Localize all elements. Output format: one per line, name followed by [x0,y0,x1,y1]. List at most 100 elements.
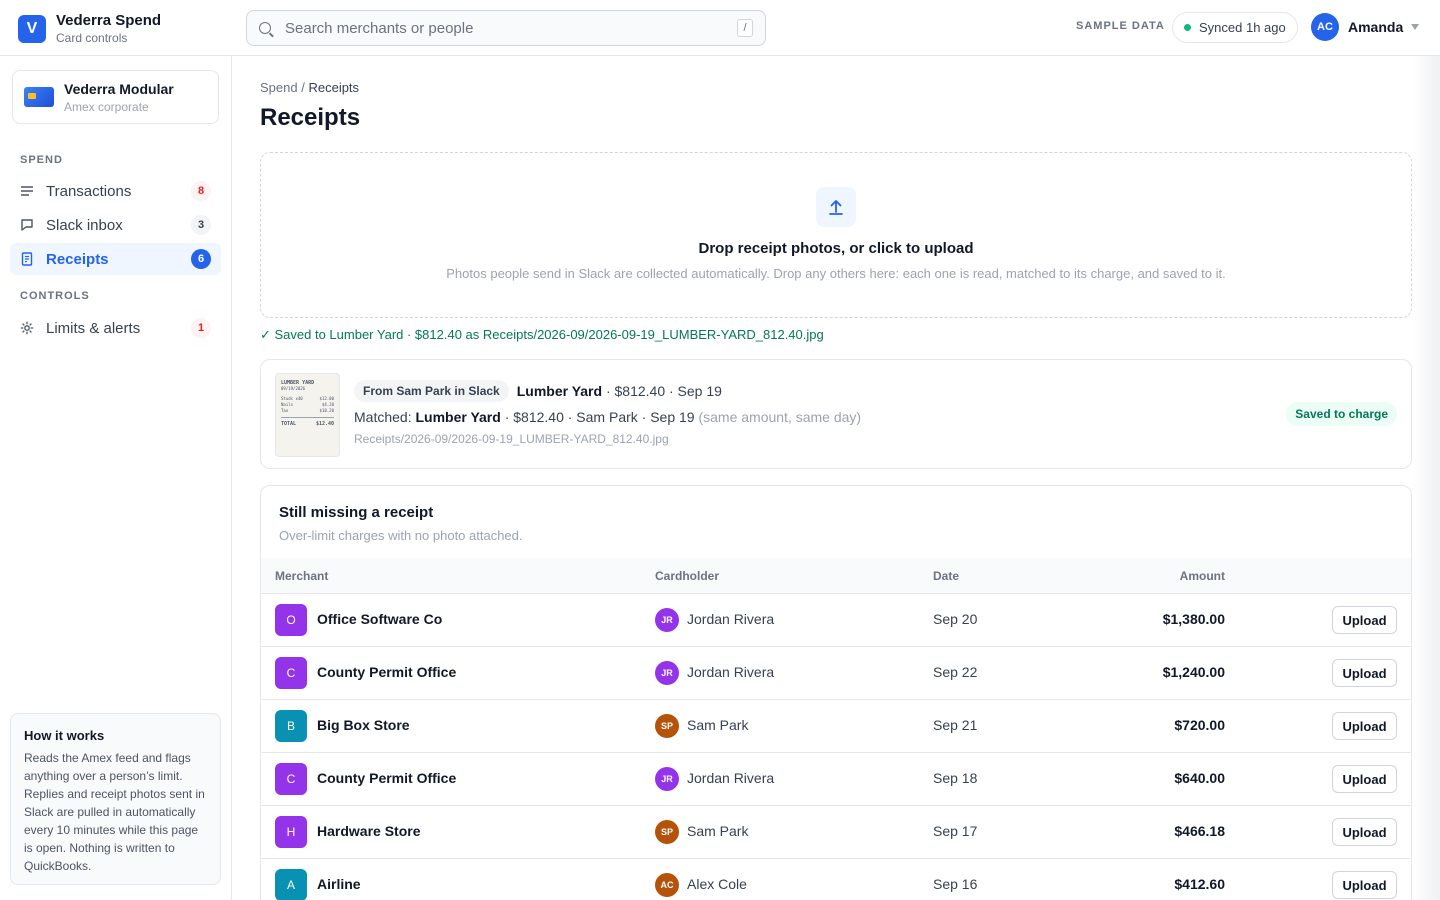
search-input[interactable] [285,19,737,37]
breadcrumb: Spend / Receipts [260,80,359,95]
sidebar-item-limits-alerts[interactable]: Limits & alerts 1 [10,312,221,344]
merchant-avatar: O [275,604,307,636]
charge-amount: $720.00 [1174,717,1225,733]
merchant-name: County Permit Office [317,770,457,786]
receipt-details: · $812.40 · Sep 19 [605,383,722,399]
column-header-date[interactable]: Date [933,569,959,583]
how-it-works-body: Reads the Amex feed and flags anything o… [24,751,205,873]
match-summary: Matched: Lumber Yard · $812.40 · Sam Par… [354,409,861,425]
charge-date: Sep 21 [933,717,978,733]
charge-amount: $1,380.00 [1162,611,1225,627]
thumb-line-amount: $18.20 [319,408,334,413]
column-header-cardholder[interactable]: Cardholder [655,569,719,583]
card-name: Vederra Modular [64,80,174,97]
cardholder-name: Sam Park [687,717,749,733]
thumb-total-label: TOTAL [281,421,297,427]
charge-date: Sep 18 [933,770,978,786]
missing-receipts-title: Still missing a receipt [279,504,434,521]
breadcrumb-separator: / [301,80,305,95]
sync-status-dot-icon [1184,24,1191,31]
upload-icon [816,187,856,227]
merchant-avatar: C [275,657,307,689]
user-name: Amanda [1348,19,1404,35]
breadcrumb-spend-link[interactable]: Spend [260,80,298,95]
cardholder-name: Jordan Rivera [687,664,775,680]
upload-button[interactable]: Upload [1332,606,1397,634]
sidebar-item-label: Transactions [46,182,132,200]
count-badge: 8 [191,181,211,201]
breadcrumb-current: Receipts [308,80,360,95]
charge-date: Sep 16 [933,876,978,892]
merchant-avatar: H [275,816,307,848]
avatar: AC [1311,13,1339,41]
how-it-works-title: How it works [24,728,105,743]
cardholder-avatar: SP [655,714,679,738]
page-title: Receipts [260,104,361,131]
user-menu[interactable]: AC Amanda [1311,13,1420,41]
sample-data-label: SAMPLE DATA [1076,20,1165,32]
column-header-merchant[interactable]: Merchant [275,569,328,583]
merchant-avatar: A [275,869,307,900]
charge-date: Sep 20 [933,611,978,627]
dropzone-title: Drop receipt photos, or click to upload [698,240,974,257]
thumb-line: Tax $18.20 [281,408,334,414]
upload-button[interactable]: Upload [1332,871,1397,899]
upload-button[interactable]: Upload [1332,765,1397,793]
count-badge: 6 [191,249,211,269]
cardholder-avatar: JR [655,661,679,685]
missing-receipts-panel: Still missing a receipt Over-limit charg… [260,485,1412,900]
dropzone-subtitle: Photos people send in Slack are collecte… [446,266,1226,281]
cardholder-avatar: AC [655,873,679,897]
column-header-amount[interactable]: Amount [1180,569,1225,583]
count-badge: 1 [191,318,211,338]
sidebar-item-receipts[interactable]: Receipts 6 [10,243,221,275]
thumb-total: TOTAL $12.40 [281,421,334,427]
upload-button[interactable]: Upload [1332,659,1397,687]
card-text: Vederra Modular Amex corporate [64,81,174,114]
charge-amount: $412.60 [1174,876,1225,892]
cardholder-avatar: SP [655,820,679,844]
cardholder-avatar: JR [655,767,679,791]
search-box[interactable]: / [246,10,766,46]
section-label-controls: CONTROLS [20,290,90,302]
brand-text: Vederra Spend Card controls [56,13,161,46]
charge-amount: $466.18 [1174,823,1225,839]
merchant-name: Office Software Co [317,611,443,627]
sync-status-badge[interactable]: Synced 1h ago [1172,12,1298,43]
card-subtitle: Amex corporate [64,99,149,114]
merchant-avatar: B [275,710,307,742]
cardholder-name: Jordan Rivera [687,770,775,786]
charge-amount: $1,240.00 [1162,664,1225,680]
matched-details: · $812.40 · Sam Park · Sep 19 [504,409,695,425]
brand[interactable]: V Vederra Spend Card controls [18,13,161,45]
list-icon [20,184,34,198]
matched-reason: (same amount, same day) [698,409,862,425]
brand-logo-icon: V [18,15,46,43]
source-chip: From Sam Park in Slack [354,380,509,402]
card-selector[interactable]: Vederra Modular Amex corporate [12,70,219,124]
upload-button[interactable]: Upload [1332,712,1397,740]
table-row: H Hardware Store SP Sam Park Sep 17 $466.18 Up… [261,806,1411,859]
merchant-avatar: C [275,763,307,795]
thumb-line-item: Tax [281,408,289,413]
chevron-down-icon [1411,24,1420,30]
matched-receipt-card: LUMBER YARD 09/19/2026 Studs x40 $12.00 N… [260,359,1412,469]
receipt-thumbnail[interactable]: LUMBER YARD 09/19/2026 Studs x40 $12.00 N… [275,373,340,457]
credit-card-icon [24,87,54,107]
search-icon [259,22,271,34]
sidebar: Vederra Modular Amex corporate SPEND Tra… [0,56,232,900]
upload-button[interactable]: Upload [1332,818,1397,846]
section-label-spend: SPEND [20,154,63,166]
matched-merchant: Lumber Yard [415,409,501,425]
table-row: C County Permit Office JR Jordan Rivera Sep … [261,647,1411,700]
saved-confirmation-message: ✓ Saved to Lumber Yard · $812.40 as Rece… [260,327,824,342]
cardholder-avatar: JR [655,608,679,632]
table-row: O Office Software Co JR Jordan Rivera Sep 20… [261,594,1411,647]
sidebar-item-transactions[interactable]: Transactions 8 [10,175,221,207]
table-header: Merchant Cardholder Date Amount [261,558,1411,594]
sidebar-item-slack-inbox[interactable]: Slack inbox 3 [10,209,221,241]
status-badge: Saved to charge [1286,402,1397,426]
receipt-icon [20,252,34,266]
table-row: B Big Box Store SP Sam Park Sep 21 $720.00 Upl… [261,700,1411,753]
receipt-dropzone[interactable]: Drop receipt photos, or click to upload … [260,152,1412,318]
